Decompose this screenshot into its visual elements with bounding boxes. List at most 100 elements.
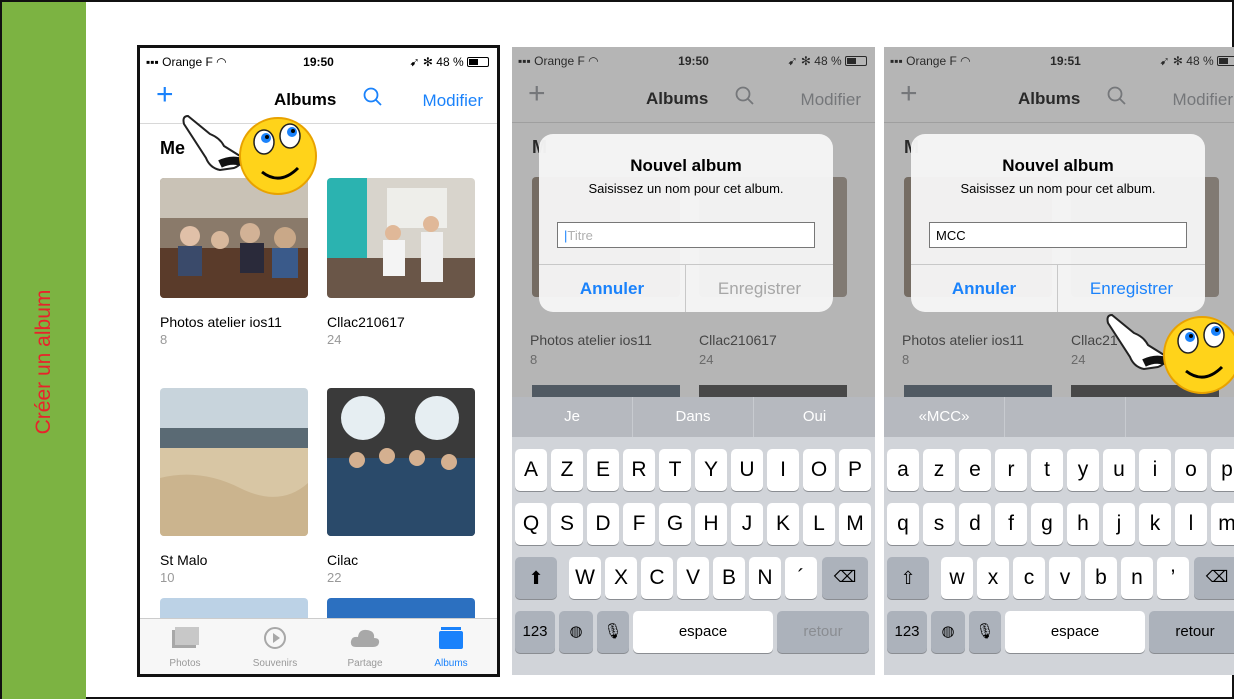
pointing-emoji-icon <box>182 114 317 195</box>
numbers-key[interactable]: 123 <box>515 611 555 653</box>
key[interactable]: y <box>1067 449 1099 491</box>
key[interactable]: M <box>839 503 871 545</box>
tab-photos[interactable]: Photos <box>140 623 230 669</box>
key[interactable]: Q <box>515 503 547 545</box>
key[interactable]: r <box>995 449 1027 491</box>
tab-memories[interactable]: Souvenirs <box>230 623 320 669</box>
backspace-key[interactable]: ⌫ <box>822 557 868 599</box>
key[interactable]: ´ <box>785 557 817 599</box>
key[interactable]: h <box>1067 503 1099 545</box>
key[interactable]: a <box>887 449 919 491</box>
key[interactable]: s <box>923 503 955 545</box>
suggestion-item[interactable]: Dans <box>633 397 754 437</box>
key[interactable]: X <box>605 557 637 599</box>
space-key[interactable]: espace <box>633 611 773 653</box>
cancel-button[interactable]: Annuler <box>539 265 686 312</box>
shift-key[interactable]: ⇧ <box>887 557 929 599</box>
microphone-icon[interactable]: 🎙 <box>597 611 629 653</box>
key[interactable]: g <box>1031 503 1063 545</box>
return-key[interactable]: retour <box>777 611 869 653</box>
key[interactable]: W <box>569 557 601 599</box>
key[interactable]: K <box>767 503 799 545</box>
key[interactable]: F <box>623 503 655 545</box>
numbers-key[interactable]: 123 <box>887 611 927 653</box>
key[interactable]: q <box>887 503 919 545</box>
key[interactable]: J <box>731 503 763 545</box>
album-name: Cilac <box>327 552 359 568</box>
suggestion-item[interactable]: Oui <box>754 397 875 437</box>
key[interactable]: U <box>731 449 763 491</box>
key[interactable]: d <box>959 503 991 545</box>
key[interactable]: V <box>677 557 709 599</box>
key[interactable]: B <box>713 557 745 599</box>
album-title-field[interactable]: |Titre <box>557 222 815 248</box>
keyboard-row: Q S D F G H J K L M <box>512 503 875 545</box>
key[interactable]: L <box>803 503 835 545</box>
key[interactable]: S <box>551 503 583 545</box>
key[interactable]: G <box>659 503 691 545</box>
album-item[interactable]: St Malo 10 <box>160 388 308 585</box>
keyboard-row: ⬆ W X C V B N ´ ⌫ <box>512 557 875 599</box>
key[interactable]: O <box>803 449 835 491</box>
key[interactable]: i <box>1139 449 1171 491</box>
key[interactable]: b <box>1085 557 1117 599</box>
cancel-button[interactable]: Annuler <box>911 265 1058 312</box>
album-item[interactable]: Cilac 22 <box>327 388 475 585</box>
tab-shared[interactable]: Partage <box>320 623 410 669</box>
key[interactable]: ’ <box>1157 557 1189 599</box>
key[interactable]: e <box>959 449 991 491</box>
key[interactable]: A <box>515 449 547 491</box>
backspace-key[interactable]: ⌫ <box>1194 557 1234 599</box>
suggestion-item[interactable]: «MCC» <box>884 397 1005 437</box>
tab-albums[interactable]: Albums <box>406 623 496 669</box>
status-bar: ▪▪▪ Orange F ◠ 19:50 ➹ ✻ 48 % <box>140 48 497 74</box>
keyboard-row: a z e r t y u i o p <box>884 449 1234 491</box>
suggestion-item[interactable]: Je <box>512 397 633 437</box>
key[interactable]: t <box>1031 449 1063 491</box>
key[interactable]: w <box>941 557 973 599</box>
keyboard-row: q s d f g h j k l m <box>884 503 1234 545</box>
key[interactable]: Z <box>551 449 583 491</box>
save-button[interactable]: Enregistrer <box>686 265 833 312</box>
key[interactable]: x <box>977 557 1009 599</box>
space-key[interactable]: espace <box>1005 611 1145 653</box>
key[interactable]: f <box>995 503 1027 545</box>
key[interactable]: Y <box>695 449 727 491</box>
key[interactable]: I <box>767 449 799 491</box>
key[interactable]: u <box>1103 449 1135 491</box>
key[interactable]: T <box>659 449 691 491</box>
search-icon[interactable] <box>362 86 384 108</box>
key[interactable]: z <box>923 449 955 491</box>
edit-button[interactable]: Modifier <box>423 91 483 111</box>
add-album-button[interactable]: + <box>156 80 174 110</box>
album-item[interactable]: Cllac210617 24 <box>327 178 475 347</box>
key[interactable]: D <box>587 503 619 545</box>
album-name: St Malo <box>160 552 208 568</box>
key[interactable]: C <box>641 557 673 599</box>
key[interactable]: v <box>1049 557 1081 599</box>
shift-key[interactable]: ⬆ <box>515 557 557 599</box>
globe-icon[interactable]: ◍ <box>931 611 965 653</box>
album-title-field[interactable]: MCC <box>929 222 1187 248</box>
key[interactable]: N <box>749 557 781 599</box>
dialog-title: Nouvel album <box>630 156 742 175</box>
key[interactable]: R <box>623 449 655 491</box>
key[interactable]: p <box>1211 449 1234 491</box>
return-key[interactable]: retour <box>1149 611 1234 653</box>
key[interactable]: k <box>1139 503 1171 545</box>
album-name: Cllac210617 <box>327 314 405 330</box>
new-album-dialog: Nouvel album Saisissez un nom pour cet a… <box>911 134 1205 312</box>
key[interactable]: j <box>1103 503 1135 545</box>
key[interactable]: H <box>695 503 727 545</box>
key[interactable]: E <box>587 449 619 491</box>
key[interactable]: c <box>1013 557 1045 599</box>
microphone-icon[interactable]: 🎙 <box>969 611 1001 653</box>
key[interactable]: n <box>1121 557 1153 599</box>
key[interactable]: m <box>1211 503 1234 545</box>
key[interactable]: o <box>1175 449 1207 491</box>
new-album-dialog: Nouvel album Saisissez un nom pour cet a… <box>539 134 833 312</box>
globe-icon[interactable]: ◍ <box>559 611 593 653</box>
key[interactable]: P <box>839 449 871 491</box>
phone-new-album-filled: ▪▪▪ Orange F ◠ 19:51 ➹ ✻ 48 % + Albums M… <box>884 47 1234 675</box>
key[interactable]: l <box>1175 503 1207 545</box>
